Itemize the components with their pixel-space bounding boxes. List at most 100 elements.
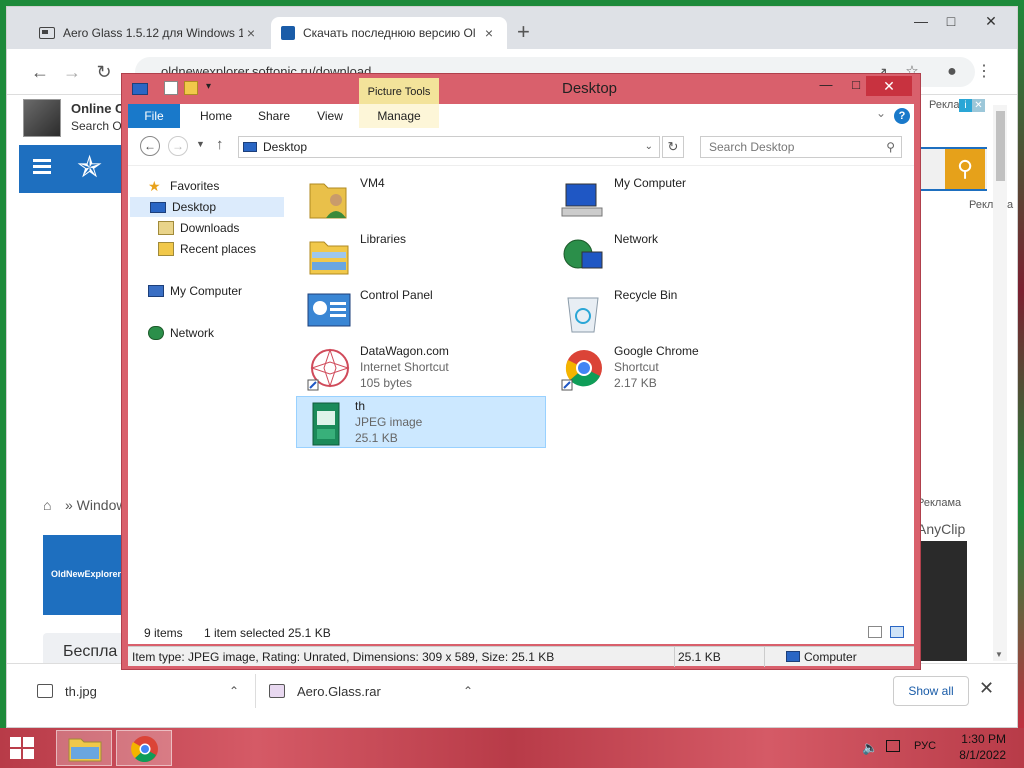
file-item-recycle-bin[interactable]: Recycle Bin (556, 286, 806, 338)
properties-icon[interactable] (164, 81, 178, 95)
file-item-libraries[interactable]: Libraries (302, 230, 552, 282)
file-type: Internet Shortcut (360, 360, 449, 374)
forward-arrow-icon[interactable]: → (168, 136, 188, 156)
browser-tab-softonic[interactable]: Скачать последнюю версию Ol × (271, 17, 507, 49)
recent-locations-icon[interactable]: ▼ (196, 139, 205, 149)
nav-my-computer[interactable]: My Computer (148, 281, 242, 301)
taskbar-explorer-button[interactable] (56, 730, 112, 766)
tab-view[interactable]: View (304, 104, 356, 128)
search-input[interactable]: Search Desktop ⚲ (700, 136, 902, 158)
picture-tools-context-tab: Picture Tools (359, 78, 439, 106)
tab-share[interactable]: Share (246, 104, 302, 128)
expand-ribbon-icon[interactable]: ⌄ (876, 106, 886, 120)
file-name: Control Panel (360, 288, 433, 302)
file-explorer-icon (68, 738, 102, 762)
nav-label: Favorites (170, 179, 220, 193)
refresh-icon[interactable]: ↻ (662, 136, 684, 158)
minimize-button[interactable]: — (911, 13, 931, 29)
image-file-icon (37, 684, 53, 698)
softonic-logo-icon[interactable]: ✯ (77, 151, 102, 185)
download-item-aero-glass[interactable]: Aero.Glass.rar ⌃ (269, 678, 479, 704)
large-icons-view-icon[interactable] (890, 626, 904, 638)
tab-close-icon[interactable]: × (481, 25, 497, 41)
scroll-down-icon[interactable]: ▼ (995, 650, 1003, 659)
file-item-network[interactable]: Network (556, 230, 806, 282)
file-name: My Computer (614, 176, 687, 190)
chevron-down-icon[interactable]: ⌄ (645, 137, 653, 157)
show-all-button[interactable]: Show all (893, 676, 969, 706)
computer-icon (786, 651, 800, 662)
minimize-button[interactable]: — (814, 77, 838, 92)
close-downloads-bar-icon[interactable]: ✕ (979, 678, 994, 699)
window-close-button[interactable]: ✕ (981, 13, 1001, 30)
new-folder-icon[interactable] (184, 81, 198, 95)
nav-recent-places[interactable]: Recent places (158, 239, 256, 259)
clock-time[interactable]: 1:30 PM (958, 732, 1006, 746)
ad-close-icon[interactable]: ✕ (972, 99, 985, 112)
nav-favorites[interactable]: ★ Favorites (148, 176, 219, 196)
tab-file[interactable]: File (128, 104, 180, 128)
forward-arrow-icon[interactable]: → (61, 61, 83, 83)
address-field[interactable]: Desktop ⌄ (238, 136, 660, 158)
profile-avatar-icon[interactable]: ● (941, 61, 963, 83)
ad-info-icon[interactable]: i (959, 99, 972, 112)
volume-muted-icon[interactable]: 🔈 (862, 740, 878, 756)
close-button[interactable]: ✕ (866, 76, 912, 96)
back-arrow-icon[interactable]: ← (140, 136, 160, 156)
explorer-title-bar[interactable]: ▾ Picture Tools Desktop — □ ✕ (122, 74, 920, 106)
new-tab-button[interactable]: + (517, 21, 530, 43)
clock-date[interactable]: 8/1/2022 (958, 748, 1006, 762)
tab-strip: Aero Glass 1.5.12 для Windows 1 × Скачат… (7, 7, 1017, 49)
network-status-icon[interactable] (886, 740, 900, 752)
start-button[interactable] (10, 737, 34, 759)
reload-icon[interactable]: ↻ (93, 61, 115, 83)
chevron-up-icon[interactable]: ⌃ (463, 684, 473, 698)
page-scrollbar[interactable]: ▼ (993, 105, 1007, 661)
chevron-up-icon[interactable]: ⌃ (229, 684, 239, 698)
help-icon[interactable]: ? (894, 108, 910, 124)
hamburger-menu-icon[interactable] (33, 159, 51, 162)
file-item-vm4[interactable]: VM4 (302, 174, 552, 226)
computer-icon (148, 285, 164, 297)
home-icon[interactable]: ⌂ (43, 497, 51, 513)
ad-choices[interactable]: i ✕ (959, 97, 989, 112)
back-arrow-icon[interactable]: ← (29, 61, 51, 83)
breadcrumb[interactable]: » Window (65, 497, 126, 513)
language-indicator[interactable]: РУС (914, 740, 936, 752)
recycle-bin-icon (567, 297, 599, 333)
download-filename: Aero.Glass.rar (297, 683, 381, 699)
app-logo-banner[interactable]: OldNewExplorer (43, 535, 127, 615)
file-item-google-chrome[interactable]: Google Chrome Shortcut 2.17 KB (556, 342, 806, 394)
nav-desktop[interactable]: Desktop (130, 197, 284, 217)
tab-home[interactable]: Home (188, 104, 244, 128)
tab-manage[interactable]: Manage (359, 104, 439, 128)
tab-close-icon[interactable]: × (243, 25, 259, 41)
file-item-control-panel[interactable]: Control Panel (302, 286, 552, 338)
internet-shortcut-icon (307, 348, 350, 391)
customize-toolbar-icon[interactable]: ▾ (206, 81, 220, 95)
nav-downloads[interactable]: Downloads (158, 218, 239, 238)
file-item-datawagon[interactable]: DataWagon.com Internet Shortcut 105 byte… (302, 342, 552, 394)
item-count: 9 items (144, 626, 183, 640)
search-placeholder: Search Desktop (709, 140, 795, 154)
up-arrow-icon[interactable]: ↑ (216, 136, 224, 153)
download-item-th-jpg[interactable]: th.jpg ⌃ (37, 678, 247, 704)
details-size: 25.1 KB (678, 650, 721, 664)
scrollbar-thumb[interactable] (996, 111, 1005, 181)
details-view-icon[interactable] (868, 626, 882, 638)
search-icon[interactable]: ⚲ (886, 137, 895, 157)
maximize-button[interactable]: □ (941, 13, 961, 29)
downloads-bar: th.jpg ⌃ Aero.Glass.rar ⌃ Show all ✕ (7, 663, 1017, 715)
file-size: 105 bytes (360, 376, 413, 390)
maximize-button[interactable]: □ (844, 77, 868, 92)
site-search-button[interactable]: ⚲ (945, 149, 985, 189)
browser-tab-aero-glass[interactable]: Aero Glass 1.5.12 для Windows 1 × (29, 17, 269, 49)
file-name: DataWagon.com (360, 344, 449, 358)
nav-network[interactable]: Network (148, 323, 214, 343)
chrome-menu-icon[interactable]: ⋮ (973, 61, 995, 83)
file-item-th-jpg[interactable]: th JPEG image 25.1 KB (296, 396, 546, 448)
file-item-my-computer[interactable]: My Computer (556, 174, 806, 226)
computer-icon (561, 183, 603, 217)
site-header: ✯ (19, 145, 121, 193)
taskbar-chrome-button[interactable] (116, 730, 172, 766)
